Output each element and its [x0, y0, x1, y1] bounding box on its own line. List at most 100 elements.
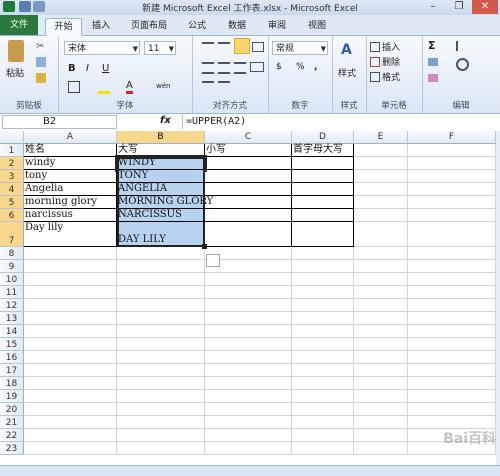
cell-d10[interactable] — [292, 273, 354, 286]
close-button[interactable]: ✕ — [472, 0, 498, 14]
cell-c22[interactable] — [205, 429, 292, 442]
cell-b5[interactable]: MORNING GLORY — [117, 196, 213, 209]
cell-e18[interactable] — [354, 377, 408, 390]
cell-f6[interactable] — [408, 209, 496, 222]
tab-data[interactable]: 数据 — [220, 18, 254, 34]
cell-f4[interactable] — [408, 183, 496, 196]
fill-handle[interactable] — [202, 244, 207, 249]
italic-button[interactable]: I — [86, 63, 89, 74]
format-cells-label[interactable]: 格式 — [382, 70, 400, 83]
align-top-icon[interactable] — [202, 42, 214, 52]
worksheet-grid[interactable]: A B C D E F 1 姓名 大写 小写 首字母大写 2 windy WINDY 3 tony… — [0, 131, 496, 465]
cell-d17[interactable] — [292, 364, 354, 377]
cell-e20[interactable] — [354, 403, 408, 416]
column-header-b[interactable]: B — [117, 131, 205, 144]
cell-a20[interactable] — [24, 403, 117, 416]
cell-e7[interactable] — [354, 222, 408, 247]
formula-input[interactable]: =UPPER(A2) — [182, 115, 500, 129]
cell-c18[interactable] — [205, 377, 292, 390]
cell-a4[interactable]: Angelia — [24, 183, 117, 196]
align-right-icon[interactable] — [234, 62, 246, 74]
cell-e4[interactable] — [354, 183, 408, 196]
percent-button[interactable]: % — [296, 62, 305, 72]
cell-f18[interactable] — [408, 377, 496, 390]
cell-c19[interactable] — [205, 390, 292, 403]
align-left-icon[interactable] — [202, 62, 214, 74]
cell-b8[interactable] — [117, 247, 205, 260]
delete-cells-label[interactable]: 删除 — [382, 55, 400, 68]
cell-b3[interactable]: TONY — [117, 170, 205, 183]
cell-d6[interactable] — [292, 209, 354, 222]
cell-d2[interactable] — [292, 157, 354, 170]
number-format-combo[interactable]: 常规 ▼ — [272, 41, 328, 55]
cell-f16[interactable] — [408, 351, 496, 364]
cell-e15[interactable] — [354, 338, 408, 351]
tab-formulas[interactable]: 公式 — [180, 18, 214, 34]
cell-b13[interactable] — [117, 312, 205, 325]
cell-a21[interactable] — [24, 416, 117, 429]
cell-d14[interactable] — [292, 325, 354, 338]
cell-e2[interactable] — [354, 157, 408, 170]
cell-c14[interactable] — [205, 325, 292, 338]
fill-icon[interactable] — [428, 58, 438, 66]
cell-b10[interactable] — [117, 273, 205, 286]
cell-b16[interactable] — [117, 351, 205, 364]
paste-label[interactable]: 粘贴 — [6, 66, 24, 79]
cell-a13[interactable] — [24, 312, 117, 325]
cell-b15[interactable] — [117, 338, 205, 351]
cell-e21[interactable] — [354, 416, 408, 429]
autosum-button[interactable]: Σ — [428, 39, 436, 52]
select-all-corner[interactable] — [0, 131, 24, 144]
styles-label[interactable]: 样式 — [338, 66, 356, 79]
delete-cells-icon[interactable] — [370, 57, 380, 67]
paste-icon[interactable] — [8, 40, 24, 62]
tab-view[interactable]: 视图 — [300, 18, 334, 34]
cell-b12[interactable] — [117, 299, 205, 312]
insert-cells-label[interactable]: 插入 — [382, 40, 400, 53]
bold-button[interactable]: B — [68, 63, 76, 74]
cell-f1[interactable] — [408, 144, 496, 157]
cell-e23[interactable] — [354, 442, 408, 455]
format-painter-icon[interactable] — [36, 73, 46, 83]
sort-filter-icon[interactable] — [456, 41, 468, 51]
clear-icon[interactable] — [428, 74, 438, 82]
cell-e10[interactable] — [354, 273, 408, 286]
cell-b1[interactable]: 大写 — [117, 144, 205, 157]
cell-a16[interactable] — [24, 351, 117, 364]
format-cells-icon[interactable] — [370, 72, 380, 82]
row-header-20[interactable]: 20 — [0, 403, 24, 416]
tab-file[interactable]: 文件 — [0, 15, 38, 35]
cell-a5[interactable]: morning glory — [24, 196, 117, 209]
cell-f8[interactable] — [408, 247, 496, 260]
cell-a1[interactable]: 姓名 — [24, 144, 117, 157]
cell-a15[interactable] — [24, 338, 117, 351]
cell-f10[interactable] — [408, 273, 496, 286]
cell-e6[interactable] — [354, 209, 408, 222]
column-header-f[interactable]: F — [408, 131, 496, 144]
cell-d16[interactable] — [292, 351, 354, 364]
insert-cells-icon[interactable] — [370, 42, 380, 52]
cell-a7[interactable]: Day lily — [24, 222, 117, 247]
find-select-icon[interactable] — [456, 58, 469, 71]
row-header-2[interactable]: 2 — [0, 157, 24, 170]
cell-f11[interactable] — [408, 286, 496, 299]
styles-icon[interactable]: A — [341, 42, 357, 60]
cell-b4[interactable]: ANGELIA — [117, 183, 205, 196]
column-header-c[interactable]: C — [205, 131, 292, 144]
indent-increase-icon[interactable] — [218, 81, 230, 91]
cell-f7[interactable] — [408, 222, 496, 247]
cell-d3[interactable] — [292, 170, 354, 183]
cell-e8[interactable] — [354, 247, 408, 260]
align-bottom-icon[interactable] — [234, 38, 250, 54]
row-header-10[interactable]: 10 — [0, 273, 24, 286]
cell-c16[interactable] — [205, 351, 292, 364]
cell-e22[interactable] — [354, 429, 408, 442]
row-header-19[interactable]: 19 — [0, 390, 24, 403]
cell-e12[interactable] — [354, 299, 408, 312]
cell-b23[interactable] — [117, 442, 205, 455]
cell-e16[interactable] — [354, 351, 408, 364]
cell-d20[interactable] — [292, 403, 354, 416]
font-name-combo[interactable]: 宋体 ▼ — [64, 41, 140, 55]
row-header-18[interactable]: 18 — [0, 377, 24, 390]
cell-b14[interactable] — [117, 325, 205, 338]
